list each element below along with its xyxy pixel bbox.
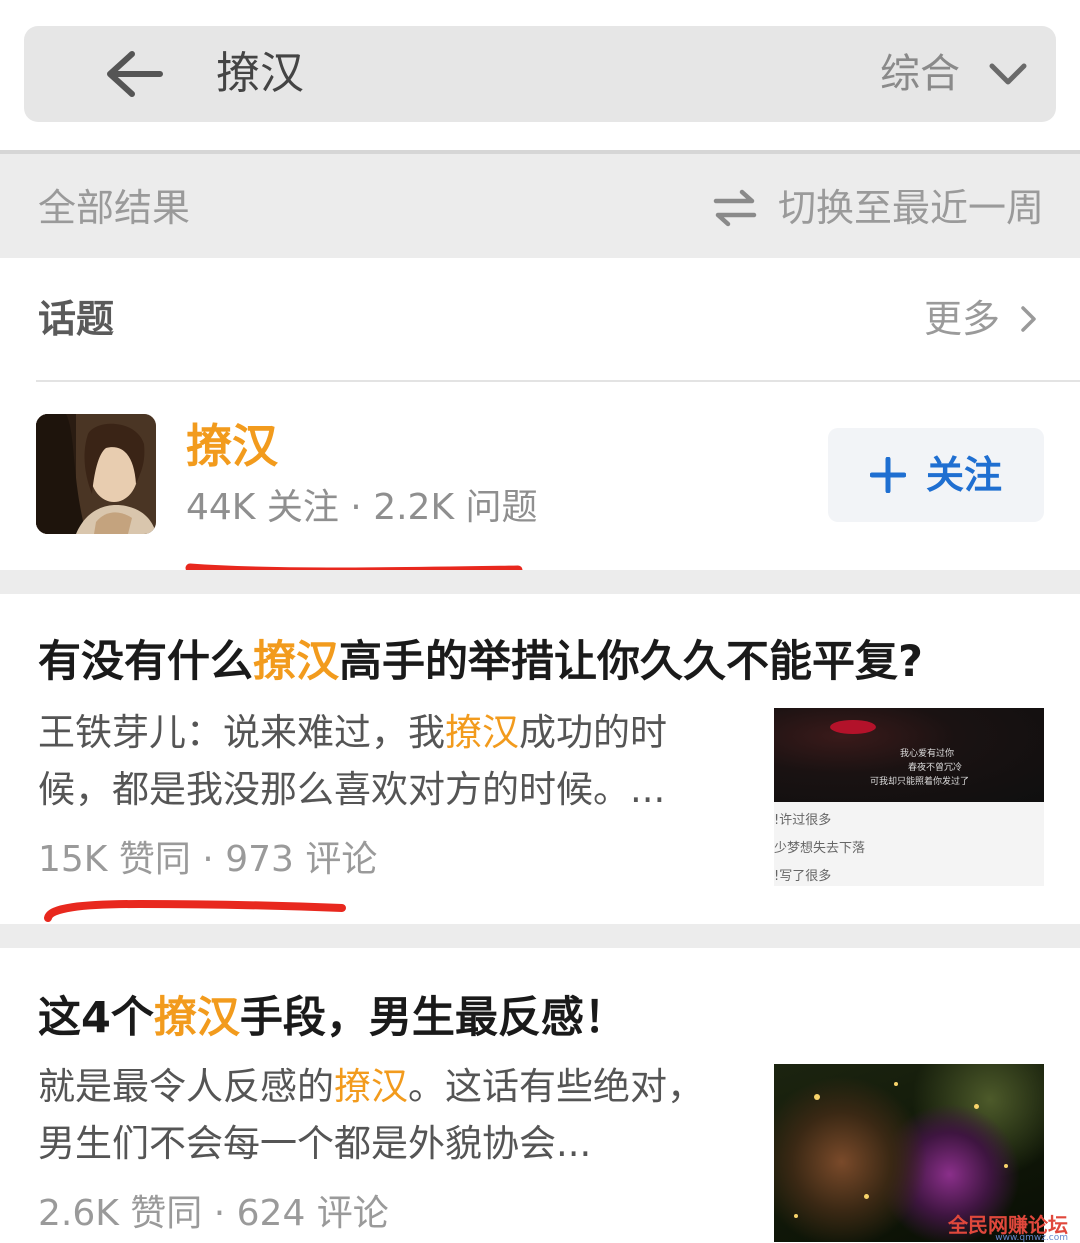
title-highlight: 撩汉 bbox=[153, 993, 240, 1043]
red-underline-annotation bbox=[44, 899, 346, 922]
portrait-image bbox=[36, 414, 156, 534]
excerpt-highlight: 撩汉 bbox=[445, 711, 519, 754]
sparkle bbox=[814, 1094, 820, 1100]
thumb-text: 我心爱有过你 bbox=[900, 749, 955, 759]
chevron-down-icon[interactable] bbox=[988, 58, 1028, 90]
follow-label: 关注 bbox=[925, 453, 1002, 497]
card-stats: 2.6K 赞同 · 624 评论 bbox=[38, 1193, 389, 1234]
thumb-text: !写了很多 bbox=[774, 869, 832, 884]
card-thumbnail[interactable]: 我心爱有过你 春夜不曾冗冷 可我却只能照着你发过了 !许过很多 少梦想失去下落 … bbox=[774, 708, 1044, 886]
card-excerpt[interactable]: 王铁芽儿：说来难过，我撩汉成功的时候，都是我没那么喜欢对方的时候。... bbox=[38, 704, 738, 818]
search-query[interactable]: 撩汉 bbox=[216, 48, 304, 100]
section-gap bbox=[0, 570, 1080, 594]
filter-bar: 全部结果 切换至最近一周 bbox=[0, 150, 1080, 258]
thumb-text: !许过很多 bbox=[774, 813, 832, 828]
sparkle bbox=[794, 1214, 798, 1218]
excerpt-highlight: 撩汉 bbox=[334, 1065, 408, 1108]
thumb-text: 少梦想失去下落 bbox=[774, 841, 866, 856]
switch-time-range-button[interactable]: 切换至最近一周 bbox=[712, 184, 1044, 232]
filter-all-results[interactable]: 全部结果 bbox=[38, 184, 190, 232]
answer-card[interactable]: 这4个撩汉手段，男生最反感！ 就是最令人反感的撩汉。这话有些绝对，男生们不会每一… bbox=[0, 948, 1080, 1243]
switch-time-range-label: 切换至最近一周 bbox=[777, 186, 1044, 230]
thumbnail-dark-panel: 我心爱有过你 春夜不曾冗冷 可我却只能照着你发过了 bbox=[774, 708, 1044, 802]
divider bbox=[36, 380, 1080, 382]
thumb-text: 春夜不曾冗冷 bbox=[908, 763, 963, 773]
search-bar[interactable]: 撩汉 综合 bbox=[24, 26, 1056, 122]
swap-arrows-icon bbox=[713, 189, 757, 227]
topic-avatar[interactable] bbox=[36, 414, 156, 534]
watermark-url: www.qmwz.com bbox=[995, 1233, 1068, 1243]
thumb-text: 可我却只能照着你发过了 bbox=[870, 777, 970, 787]
excerpt-text: 就是最令人反感的 bbox=[38, 1065, 334, 1108]
section-heading: 话题 bbox=[38, 297, 115, 341]
sparkle bbox=[974, 1104, 979, 1109]
card-excerpt[interactable]: 就是最令人反感的撩汉。这话有些绝对，男生们不会每一个都是外貌协会... bbox=[38, 1058, 738, 1172]
title-text: 有没有什么 bbox=[38, 637, 253, 687]
topic-stats: 44K 关注 · 2.2K 问题 bbox=[186, 487, 538, 528]
topic-section: 话题 更多 撩汉 44K 关注 · 2.2K 问题 关注 bbox=[0, 258, 1080, 577]
thumbnail-light-panel: !许过很多 少梦想失去下落 !写了很多 bbox=[774, 802, 1044, 886]
more-topics-link[interactable]: 更多 bbox=[924, 294, 1040, 344]
search-header: 撩汉 综合 bbox=[0, 0, 1080, 150]
title-highlight: 撩汉 bbox=[253, 637, 339, 687]
sparkle bbox=[1004, 1164, 1008, 1168]
card-title[interactable]: 这4个撩汉手段，男生最反感！ bbox=[38, 990, 1048, 1046]
back-arrow-icon[interactable] bbox=[102, 48, 164, 100]
excerpt-text: 王铁芽儿：说来难过，我 bbox=[38, 711, 445, 754]
card-stats: 15K 赞同 · 973 评论 bbox=[38, 839, 378, 880]
chevron-right-icon bbox=[1021, 306, 1036, 332]
sparkle bbox=[864, 1194, 869, 1199]
section-gap bbox=[0, 924, 1080, 948]
card-title[interactable]: 有没有什么撩汉高手的举措让你久久不能平复? bbox=[38, 634, 1048, 690]
plus-icon bbox=[869, 457, 906, 493]
topic-name[interactable]: 撩汉 bbox=[186, 418, 278, 474]
title-text: 这4个 bbox=[38, 993, 154, 1043]
answer-card[interactable]: 有没有什么撩汉高手的举措让你久久不能平复? 王铁芽儿：说来难过，我撩汉成功的时候… bbox=[0, 594, 1080, 924]
sort-dropdown-label[interactable]: 综合 bbox=[880, 48, 960, 100]
title-text: 手段，男生最反感！ bbox=[239, 993, 627, 1043]
sparkle bbox=[894, 1082, 898, 1086]
title-text: 高手的举措让你久久不能平复? bbox=[339, 637, 923, 687]
follow-button[interactable]: 关注 bbox=[828, 428, 1044, 522]
lips-graphic bbox=[830, 720, 876, 734]
more-label: 更多 bbox=[923, 297, 1000, 341]
